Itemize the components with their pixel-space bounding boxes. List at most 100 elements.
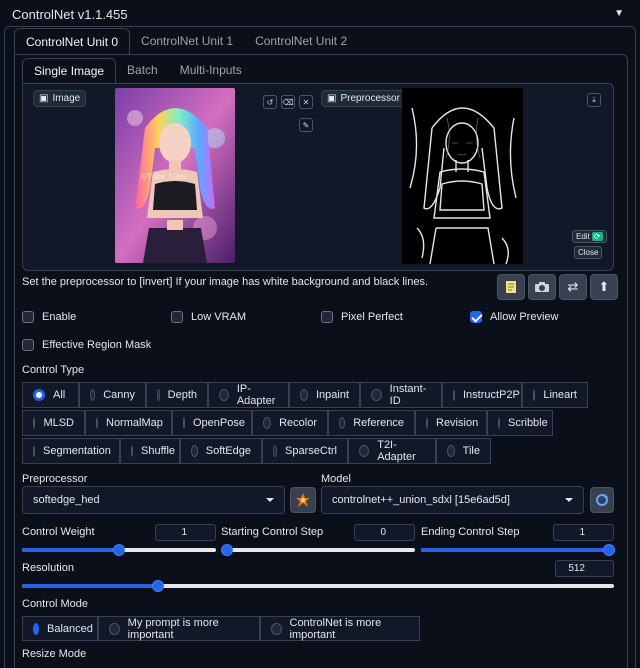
tab-single-image[interactable]: Single Image [22, 58, 117, 84]
checkbox-box[interactable] [22, 339, 34, 351]
starting-step-input[interactable]: 0 [354, 524, 415, 541]
upload-arrow-icon[interactable]: ⬆ [590, 274, 618, 300]
radio-dot[interactable] [371, 389, 382, 401]
resolution-slider[interactable] [22, 578, 614, 592]
starting-step-slider[interactable] [221, 542, 415, 556]
checkbox-box[interactable] [22, 311, 34, 323]
radio-dot[interactable] [426, 417, 428, 429]
preprocessor-select[interactable]: softedge_hed [22, 486, 285, 514]
pen-icon[interactable]: ✎ [299, 118, 313, 132]
radio-dot[interactable] [273, 445, 278, 457]
tab-unit-1[interactable]: ControlNet Unit 1 [130, 28, 244, 55]
control-mode-option-my-prompt-is-more-important[interactable]: My prompt is more important [98, 616, 260, 641]
radio-dot[interactable] [300, 389, 308, 401]
radio-dot[interactable] [447, 445, 455, 457]
control-mode-option-controlnet-is-more-important[interactable]: ControlNet is more important [260, 616, 420, 641]
resolution-label: Resolution [22, 562, 74, 574]
resolution-input[interactable]: 512 [555, 560, 614, 577]
close-icon[interactable]: ✕ [299, 95, 313, 109]
radio-dot[interactable] [33, 417, 36, 429]
chevron-down-icon [266, 498, 274, 502]
control-type-option-normalmap[interactable]: NormalMap [85, 410, 172, 436]
radio-dot[interactable] [219, 389, 229, 401]
radio-dot[interactable] [533, 389, 536, 401]
control-type-option-segmentation[interactable]: Segmentation [22, 438, 120, 464]
control-type-option-inpaint[interactable]: Inpaint [289, 382, 360, 408]
control-type-option-revision[interactable]: Revision [415, 410, 487, 436]
tab-multi-inputs[interactable]: Multi-Inputs [169, 58, 253, 84]
radio-dot[interactable] [109, 622, 120, 635]
radio-dot[interactable] [131, 445, 133, 457]
radio-dot[interactable] [33, 445, 35, 457]
control-type-option-instant-id[interactable]: Instant-ID [360, 382, 442, 408]
effective-region-mask-checkbox[interactable]: Effective Region Mask [22, 339, 151, 351]
control-mode-option-balanced[interactable]: Balanced [22, 616, 98, 641]
control-type-option-sparsectrl[interactable]: SparseCtrl [262, 438, 348, 464]
swap-icon[interactable]: ⇄ [559, 274, 587, 300]
ending-step-slider[interactable] [421, 542, 615, 556]
control-type-option-recolor[interactable]: Recolor [252, 410, 328, 436]
allow-preview-checkbox[interactable]: Allow Preview [470, 311, 558, 323]
slider-thumb[interactable] [221, 544, 233, 556]
radio-dot[interactable] [453, 389, 455, 401]
accordion-title[interactable]: ControlNet v1.1.455 [12, 7, 128, 22]
radio-dot[interactable] [157, 389, 160, 401]
radio-dot[interactable] [271, 622, 282, 635]
eraser-icon[interactable]: ⌫ [281, 95, 295, 109]
tab-unit-2[interactable]: ControlNet Unit 2 [244, 28, 358, 55]
control-type-option-t2i-adapter[interactable]: T2I-Adapter [348, 438, 436, 464]
control-weight-slider[interactable] [22, 542, 216, 556]
undo-icon[interactable]: ↺ [263, 95, 277, 109]
low-vram-checkbox[interactable]: Low VRAM [171, 311, 246, 323]
control-type-option-softedge[interactable]: SoftEdge [180, 438, 262, 464]
notepad-icon[interactable] [497, 274, 525, 300]
control-type-option-canny[interactable]: Canny [79, 382, 146, 408]
radio-dot[interactable] [263, 417, 272, 429]
slider-thumb[interactable] [152, 580, 165, 592]
refresh-icon[interactable] [590, 487, 614, 513]
model-select[interactable]: controlnet++_union_sdxl [15e6ad5d] [321, 486, 584, 514]
image-panel [22, 83, 614, 271]
control-type-option-depth[interactable]: Depth [146, 382, 208, 408]
control-type-option-mlsd[interactable]: MLSD [22, 410, 85, 436]
control-type-option-tile[interactable]: Tile [436, 438, 491, 464]
camera-icon[interactable] [528, 274, 556, 300]
explosion-icon[interactable] [290, 487, 316, 513]
control-type-option-ip-adapter[interactable]: IP-Adapter [208, 382, 289, 408]
checkbox-box[interactable] [321, 311, 333, 323]
ending-step-input[interactable]: 1 [553, 524, 614, 541]
close-button[interactable]: Close [574, 246, 603, 259]
slider-thumb[interactable] [603, 544, 615, 556]
enable-checkbox[interactable]: Enable [22, 311, 76, 323]
checkbox-box[interactable] [470, 311, 482, 323]
slider-thumb[interactable] [113, 544, 125, 556]
radio-dot[interactable] [498, 417, 500, 429]
download-icon[interactable]: ⤓ [587, 93, 601, 107]
checkbox-box[interactable] [171, 311, 183, 323]
radio-dot[interactable] [339, 417, 346, 429]
tab-unit-0[interactable]: ControlNet Unit 0 [14, 28, 131, 55]
control-type-option-lineart[interactable]: Lineart [522, 382, 588, 408]
control-type-option-shuffle[interactable]: Shuffle [120, 438, 180, 464]
radio-dot[interactable] [183, 417, 185, 429]
control-type-label: Control Type [22, 364, 85, 376]
tab-batch[interactable]: Batch [116, 58, 169, 84]
control-type-option-reference[interactable]: Reference [328, 410, 415, 436]
radio-dot[interactable] [33, 622, 39, 635]
radio-dot[interactable] [33, 389, 45, 401]
radio-dot[interactable] [90, 389, 96, 401]
mode-tabs: Single Image Batch Multi-Inputs [22, 58, 253, 84]
control-type-option-all[interactable]: All [22, 382, 79, 408]
pixel-perfect-checkbox[interactable]: Pixel Perfect [321, 311, 403, 323]
edit-button[interactable]: Edit ⟳ [572, 230, 607, 243]
radio-dot[interactable] [191, 445, 198, 457]
preprocessor-preview-image[interactable] [402, 88, 523, 264]
collapse-triangle-icon[interactable]: ▼ [614, 8, 624, 19]
control-type-option-openpose[interactable]: OpenPose [172, 410, 252, 436]
control-type-option-instructp2p[interactable]: InstructP2P [442, 382, 522, 408]
control-weight-input[interactable]: 1 [155, 524, 216, 541]
control-type-row: Segmentation Shuffle SoftEdge SparseCtrl T2I… [22, 438, 592, 466]
control-type-option-scribble[interactable]: Scribble [487, 410, 553, 436]
radio-dot[interactable] [96, 417, 98, 429]
radio-dot[interactable] [359, 445, 370, 457]
